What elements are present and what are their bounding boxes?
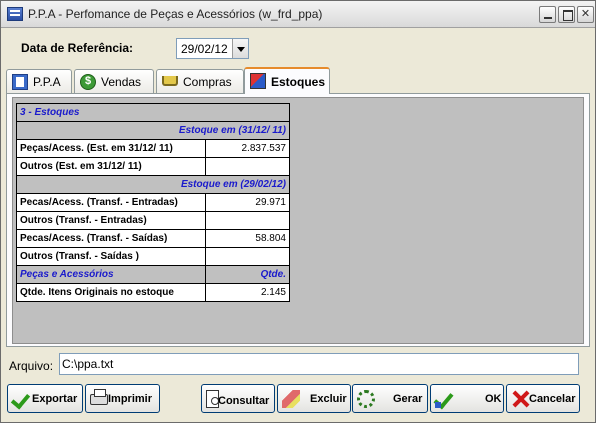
button-label: Gerar — [393, 393, 423, 405]
button-label: Cancelar — [529, 393, 576, 405]
button-label: Exportar — [32, 393, 78, 405]
table-row: Outros (Transf. - Saídas ) — [16, 247, 290, 266]
box-icon — [250, 73, 266, 89]
app-icon — [7, 7, 23, 21]
ok-button[interactable]: OK — [430, 384, 504, 413]
row-label: Pecas/Acess. (Transf. - Entradas) — [16, 193, 206, 212]
reference-date-value: 29/02/12 — [181, 42, 228, 56]
tab-vendas[interactable]: Vendas — [74, 69, 154, 93]
tab-compras[interactable]: Compras — [156, 69, 244, 93]
button-label: Excluir — [310, 393, 347, 405]
file-label: Arquivo: — [9, 359, 54, 373]
button-label: OK — [485, 393, 502, 405]
title-bar[interactable]: P.P.A - Perfomance de Peças e Acessórios… — [1, 1, 595, 28]
section-header-right: Qtde. — [205, 265, 290, 284]
row-value: 2.145 — [205, 283, 290, 302]
row-label: Outros (Transf. - Entradas) — [16, 211, 206, 230]
export-button[interactable]: Exportar — [7, 384, 83, 413]
report-area: 3 - Estoques Estoque em (31/12/ 11) Peça… — [12, 97, 584, 344]
row-value — [205, 157, 290, 176]
close-icon — [511, 390, 529, 408]
table-row: Qtde. Itens Originais no estoque 2.145 — [16, 283, 290, 302]
tab-label: P.P.A — [33, 75, 61, 89]
delete-button[interactable]: Excluir — [277, 384, 351, 413]
stock-table: 3 - Estoques Estoque em (31/12/ 11) Peça… — [16, 103, 290, 302]
row-label: Qtde. Itens Originais no estoque — [16, 283, 206, 302]
table-row: Outros (Est. em 31/12/ 11) — [16, 157, 290, 176]
row-value: 2.837.537 — [205, 139, 290, 158]
row-value — [205, 211, 290, 230]
close-button[interactable]: ✕ — [577, 6, 594, 23]
table-row: Peças/Acess. (Est. em 31/12/ 11) 2.837.5… — [16, 139, 290, 158]
tab-label: Compras — [183, 75, 232, 89]
row-value: 29.971 — [205, 193, 290, 212]
table-row: 3 - Estoques — [16, 103, 290, 122]
table-row: Pecas/Acess. (Transf. - Entradas) 29.971 — [16, 193, 290, 212]
row-value: 58.804 — [205, 229, 290, 248]
check-icon — [435, 390, 453, 408]
tab-bar: P.P.A Vendas Compras Estoques — [6, 67, 591, 94]
row-label: Outros (Est. em 31/12/ 11) — [16, 157, 206, 176]
printer-icon — [90, 389, 108, 405]
cancel-button[interactable]: Cancelar — [506, 384, 580, 413]
section-title: 3 - Estoques — [16, 103, 290, 122]
button-label: Imprimir — [108, 393, 153, 405]
chevron-down-icon[interactable] — [232, 39, 248, 58]
cart-icon — [162, 76, 178, 86]
maximize-button[interactable] — [558, 6, 575, 23]
document-icon — [12, 74, 28, 90]
section-header: Estoque em (31/12/ 11) — [16, 121, 290, 140]
tab-estoques[interactable]: Estoques — [244, 67, 330, 94]
section-header: Estoque em (29/02/12) — [16, 175, 290, 194]
minimize-button[interactable] — [539, 6, 556, 23]
table-row: Estoque em (29/02/12) — [16, 175, 290, 194]
table-row: Peças e Acessórios Qtde. — [16, 265, 290, 284]
reference-date-label: Data de Referência: — [21, 41, 134, 55]
gear-icon — [357, 390, 375, 408]
print-button[interactable]: Imprimir — [85, 384, 160, 413]
table-row: Pecas/Acess. (Transf. - Saídas) 58.804 — [16, 229, 290, 248]
tab-label: Vendas — [101, 75, 142, 89]
file-path-input[interactable] — [59, 353, 579, 375]
query-button[interactable]: Consultar — [201, 384, 275, 413]
table-row: Estoque em (31/12/ 11) — [16, 121, 290, 140]
money-icon — [80, 74, 96, 90]
reference-date-field[interactable]: 29/02/12 — [176, 38, 249, 59]
generate-button[interactable]: Gerar — [352, 384, 428, 413]
section-header-left: Peças e Acessórios — [16, 265, 206, 284]
eraser-icon — [282, 390, 300, 408]
tab-panel: 3 - Estoques Estoque em (31/12/ 11) Peça… — [6, 93, 590, 347]
main-window: P.P.A - Perfomance de Peças e Acessórios… — [0, 0, 596, 423]
row-label: Outros (Transf. - Saídas ) — [16, 247, 206, 266]
row-label: Peças/Acess. (Est. em 31/12/ 11) — [16, 139, 206, 158]
check-icon — [12, 390, 30, 408]
tab-label: Estoques — [271, 75, 326, 89]
row-label: Pecas/Acess. (Transf. - Saídas) — [16, 229, 206, 248]
tab-ppa[interactable]: P.P.A — [6, 69, 72, 93]
table-row: Outros (Transf. - Entradas) — [16, 211, 290, 230]
row-value — [205, 247, 290, 266]
button-label: Consultar — [218, 395, 270, 407]
window-title: P.P.A - Perfomance de Peças e Acessórios… — [28, 7, 323, 21]
